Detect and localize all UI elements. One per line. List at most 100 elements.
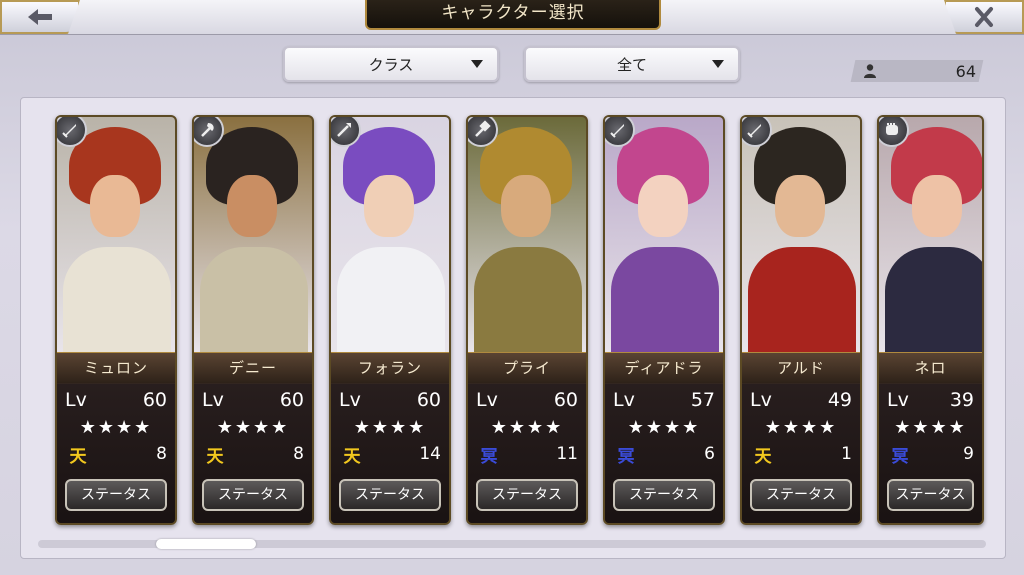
portrait-face [227, 175, 277, 237]
rank-row: 天 14 [341, 443, 442, 467]
level-value: 49 [827, 389, 852, 411]
character-portrait[interactable] [742, 117, 860, 357]
rarity-stars: ★★★★ [764, 417, 838, 438]
rank-count: 6 [704, 444, 715, 464]
character-count-value: 64 [955, 61, 976, 81]
level-label: Lv [613, 389, 635, 411]
level-value: 60 [553, 389, 578, 411]
character-info: Lv 39 ★★★★ 冥 9 ステータス [879, 383, 982, 523]
character-count: 64 [862, 60, 976, 82]
rank-badge-icon: 冥 [617, 446, 635, 467]
character-card[interactable]: ディアドラ Lv 57 ★★★★ 冥 6 ステータス [603, 115, 725, 525]
level-label: Lv [339, 389, 361, 411]
character-card[interactable]: デニー Lv 60 ★★★★ 天 8 ステータス [192, 115, 314, 525]
rarity-stars: ★★★★ [627, 417, 701, 438]
rank-badge-icon: 冥 [480, 446, 498, 467]
rank-badge-icon: 天 [343, 446, 361, 467]
character-info: Lv 60 ★★★★ 冥 11 ステータス [468, 383, 586, 523]
character-portrait[interactable] [605, 117, 723, 357]
level-label: Lv [202, 389, 224, 411]
portrait-body [611, 247, 719, 357]
portrait-face [501, 175, 551, 237]
status-button[interactable]: ステータス [339, 479, 441, 511]
level-row: Lv 39 [887, 389, 974, 411]
rank-badge-icon: 天 [754, 446, 772, 467]
rank-row: 天 8 [67, 443, 168, 467]
character-name: ディアドラ [605, 352, 723, 384]
portrait-body [200, 247, 308, 357]
portrait-body [63, 247, 171, 357]
level-label: Lv [750, 389, 772, 411]
level-value: 39 [949, 389, 974, 411]
character-card[interactable]: ミュロン Lv 60 ★★★★ 天 8 ステータス [55, 115, 177, 525]
level-value: 60 [416, 389, 441, 411]
level-label: Lv [887, 389, 909, 411]
character-name: デニー [194, 352, 312, 384]
character-name: プライ [468, 352, 586, 384]
rank-row: 冥 9 [889, 443, 975, 467]
portrait-face [90, 175, 140, 237]
close-button[interactable] [944, 0, 1024, 34]
status-button[interactable]: ステータス [476, 479, 578, 511]
status-button[interactable]: ステータス [887, 479, 974, 511]
character-portrait[interactable] [194, 117, 312, 357]
rarity-stars: ★★★★ [490, 417, 564, 438]
character-name: ネロ [879, 352, 982, 384]
character-info: Lv 57 ★★★★ 冥 6 ステータス [605, 383, 723, 523]
level-label: Lv [65, 389, 87, 411]
character-card[interactable]: フォラン Lv 60 ★★★★ 天 14 ステータス [329, 115, 451, 525]
status-button[interactable]: ステータス [65, 479, 167, 511]
character-name: ミュロン [57, 352, 175, 384]
chevron-down-icon [712, 60, 724, 68]
portrait-body [748, 247, 856, 357]
rank-count: 11 [556, 444, 578, 464]
rank-row: 冥 6 [615, 443, 716, 467]
character-portrait[interactable] [57, 117, 175, 357]
rarity-stars: ★★★★ [79, 417, 153, 438]
rarity-stars: ★★★★ [353, 417, 427, 438]
character-portrait[interactable] [879, 117, 982, 357]
rank-count: 14 [419, 444, 441, 464]
class-filter-dropdown[interactable]: クラス [283, 46, 499, 82]
character-info: Lv 49 ★★★★ 天 1 ステータス [742, 383, 860, 523]
character-info: Lv 60 ★★★★ 天 14 ステータス [331, 383, 449, 523]
level-value: 60 [142, 389, 167, 411]
status-button[interactable]: ステータス [750, 479, 852, 511]
rank-count: 8 [156, 444, 167, 464]
rank-row: 冥 11 [478, 443, 579, 467]
rank-count: 9 [963, 444, 974, 464]
character-card[interactable]: アルド Lv 49 ★★★★ 天 1 ステータス [740, 115, 862, 525]
page-title: キャラクター選択 [365, 0, 661, 30]
character-name: アルド [742, 352, 860, 384]
rank-badge-icon: 天 [69, 446, 87, 467]
level-row: Lv 57 [613, 389, 715, 411]
character-info: Lv 60 ★★★★ 天 8 ステータス [57, 383, 175, 523]
character-portrait[interactable] [468, 117, 586, 357]
status-button[interactable]: ステータス [202, 479, 304, 511]
scope-filter-dropdown[interactable]: 全て [524, 46, 740, 82]
portrait-body [885, 247, 982, 357]
close-icon [975, 7, 993, 27]
rank-row: 天 1 [752, 443, 853, 467]
rank-count: 8 [293, 444, 304, 464]
level-row: Lv 49 [750, 389, 852, 411]
back-arrow-icon [28, 9, 52, 25]
rank-badge-icon: 冥 [891, 446, 909, 467]
level-row: Lv 60 [65, 389, 167, 411]
status-button[interactable]: ステータス [613, 479, 715, 511]
portrait-face [638, 175, 688, 237]
level-row: Lv 60 [476, 389, 578, 411]
character-card[interactable]: ネロ Lv 39 ★★★★ 冥 9 ステータス [877, 115, 984, 525]
character-card[interactable]: プライ Lv 60 ★★★★ 冥 11 ステータス [466, 115, 588, 525]
level-value: 57 [690, 389, 715, 411]
rarity-stars: ★★★★ [894, 417, 967, 438]
back-button[interactable] [0, 0, 80, 34]
class-filter-label: クラス [368, 55, 414, 74]
portrait-body [337, 247, 445, 357]
level-row: Lv 60 [339, 389, 441, 411]
level-row: Lv 60 [202, 389, 304, 411]
scrollbar-thumb[interactable] [156, 539, 256, 549]
rank-badge-icon: 天 [206, 446, 224, 467]
rank-count: 1 [841, 444, 852, 464]
character-portrait[interactable] [331, 117, 449, 357]
